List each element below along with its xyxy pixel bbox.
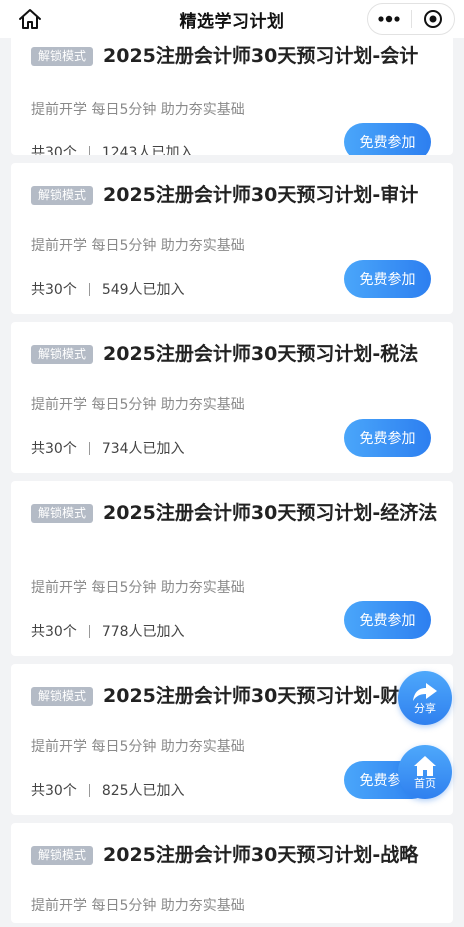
plan-card[interactable]: 解锁模式 2025注册会计师30天预习计划-经济法 提前开学 每日5分钟 助力夯… xyxy=(11,481,453,656)
joined-count: 549人已加入 xyxy=(101,282,185,298)
mode-badge: 解锁模式 xyxy=(31,846,94,865)
target-icon xyxy=(423,10,442,28)
joined-count: 825人已加入 xyxy=(101,783,185,799)
home-house-icon xyxy=(414,755,436,776)
plan-title: 2025注册会计师30天预习计划-会计 xyxy=(103,45,419,67)
home-label: 首页 xyxy=(414,776,436,790)
join-free-button[interactable]: 免费参加 xyxy=(344,419,431,457)
plan-title: 2025注册会计师30天预习计划-财管 xyxy=(103,685,419,707)
share-float-button[interactable]: 分享 xyxy=(398,671,452,725)
lesson-count: 共30个 xyxy=(31,145,77,155)
joined-count: 1243人已加入 xyxy=(101,145,194,155)
lesson-count: 共30个 xyxy=(31,783,77,799)
joined-count: 778人已加入 xyxy=(101,624,185,640)
home-float-button[interactable]: 首页 xyxy=(398,745,452,799)
plan-title: 2025注册会计师30天预习计划-审计 xyxy=(103,184,419,206)
plan-subtitle: 提前开学 每日5分钟 助力夯实基础 xyxy=(31,580,245,596)
plan-meta: 共30个 778人已加入 xyxy=(31,621,185,641)
plan-meta: 共30个 1243人已加入 xyxy=(31,142,193,155)
plan-subtitle: 提前开学 每日5分钟 助力夯实基础 xyxy=(31,238,245,254)
lesson-count: 共30个 xyxy=(31,624,77,640)
mode-badge: 解锁模式 xyxy=(31,687,94,706)
lesson-count: 共30个 xyxy=(31,441,77,457)
mini-program-capsule xyxy=(367,3,455,35)
share-label: 分享 xyxy=(414,701,436,715)
join-free-button[interactable]: 免费参加 xyxy=(344,123,431,155)
page-title: 精选学习计划 xyxy=(179,11,285,32)
plan-meta: 共30个 825人已加入 xyxy=(31,780,185,800)
mode-badge: 解锁模式 xyxy=(31,504,94,523)
plan-card[interactable]: 解锁模式 2025注册会计师30天预习计划-税法 提前开学 每日5分钟 助力夯实… xyxy=(11,322,453,473)
mode-badge: 解锁模式 xyxy=(31,186,94,205)
lesson-count: 共30个 xyxy=(31,282,77,298)
home-icon xyxy=(19,9,41,29)
plan-subtitle: 提前开学 每日5分钟 助力夯实基础 xyxy=(31,397,245,413)
plan-card[interactable]: 解锁模式 2025注册会计师30天预习计划-会计 提前开学 每日5分钟 助力夯实… xyxy=(11,24,453,155)
join-free-button[interactable]: 免费参加 xyxy=(344,601,431,639)
plan-title: 2025注册会计师30天预习计划-战略 xyxy=(103,844,419,866)
plan-subtitle: 提前开学 每日5分钟 助力夯实基础 xyxy=(31,739,245,755)
plan-list: 解锁模式 2025注册会计师30天预习计划-会计 提前开学 每日5分钟 助力夯实… xyxy=(11,24,453,927)
meta-divider xyxy=(88,624,90,638)
plan-meta: 共30个 549人已加入 xyxy=(31,279,185,299)
joined-count: 734人已加入 xyxy=(101,441,185,457)
page: 精选学习计划 解锁模式 2025注册会计师30天预习计划-会计 提前开学 每日5… xyxy=(0,0,464,927)
meta-divider xyxy=(88,441,90,455)
meta-divider xyxy=(88,282,90,296)
meta-divider xyxy=(88,145,90,155)
join-free-button[interactable]: 免费参加 xyxy=(344,260,431,298)
meta-divider xyxy=(88,783,90,797)
more-dots-icon xyxy=(378,15,400,23)
plan-subtitle: 提前开学 每日5分钟 助力夯实基础 xyxy=(31,102,245,118)
plan-card[interactable]: 解锁模式 2025注册会计师30天预习计划-战略 提前开学 每日5分钟 助力夯实… xyxy=(11,823,453,923)
plan-title: 2025注册会计师30天预习计划-税法 xyxy=(103,343,419,365)
share-arrow-icon xyxy=(413,682,437,701)
mode-badge: 解锁模式 xyxy=(31,47,94,66)
plan-subtitle: 提前开学 每日5分钟 助力夯实基础 xyxy=(31,898,245,914)
close-mini-program-button[interactable] xyxy=(412,4,455,34)
top-navbar: 精选学习计划 xyxy=(0,0,464,38)
plan-card[interactable]: 解锁模式 2025注册会计师30天预习计划-财管 提前开学 每日5分钟 助力夯实… xyxy=(11,664,453,815)
plan-title: 2025注册会计师30天预习计划-经济法 xyxy=(103,502,438,524)
plan-meta: 共30个 734人已加入 xyxy=(31,438,185,458)
more-button[interactable] xyxy=(368,4,411,34)
mode-badge: 解锁模式 xyxy=(31,345,94,364)
plan-card[interactable]: 解锁模式 2025注册会计师30天预习计划-审计 提前开学 每日5分钟 助力夯实… xyxy=(11,163,453,314)
home-button[interactable] xyxy=(16,6,44,32)
